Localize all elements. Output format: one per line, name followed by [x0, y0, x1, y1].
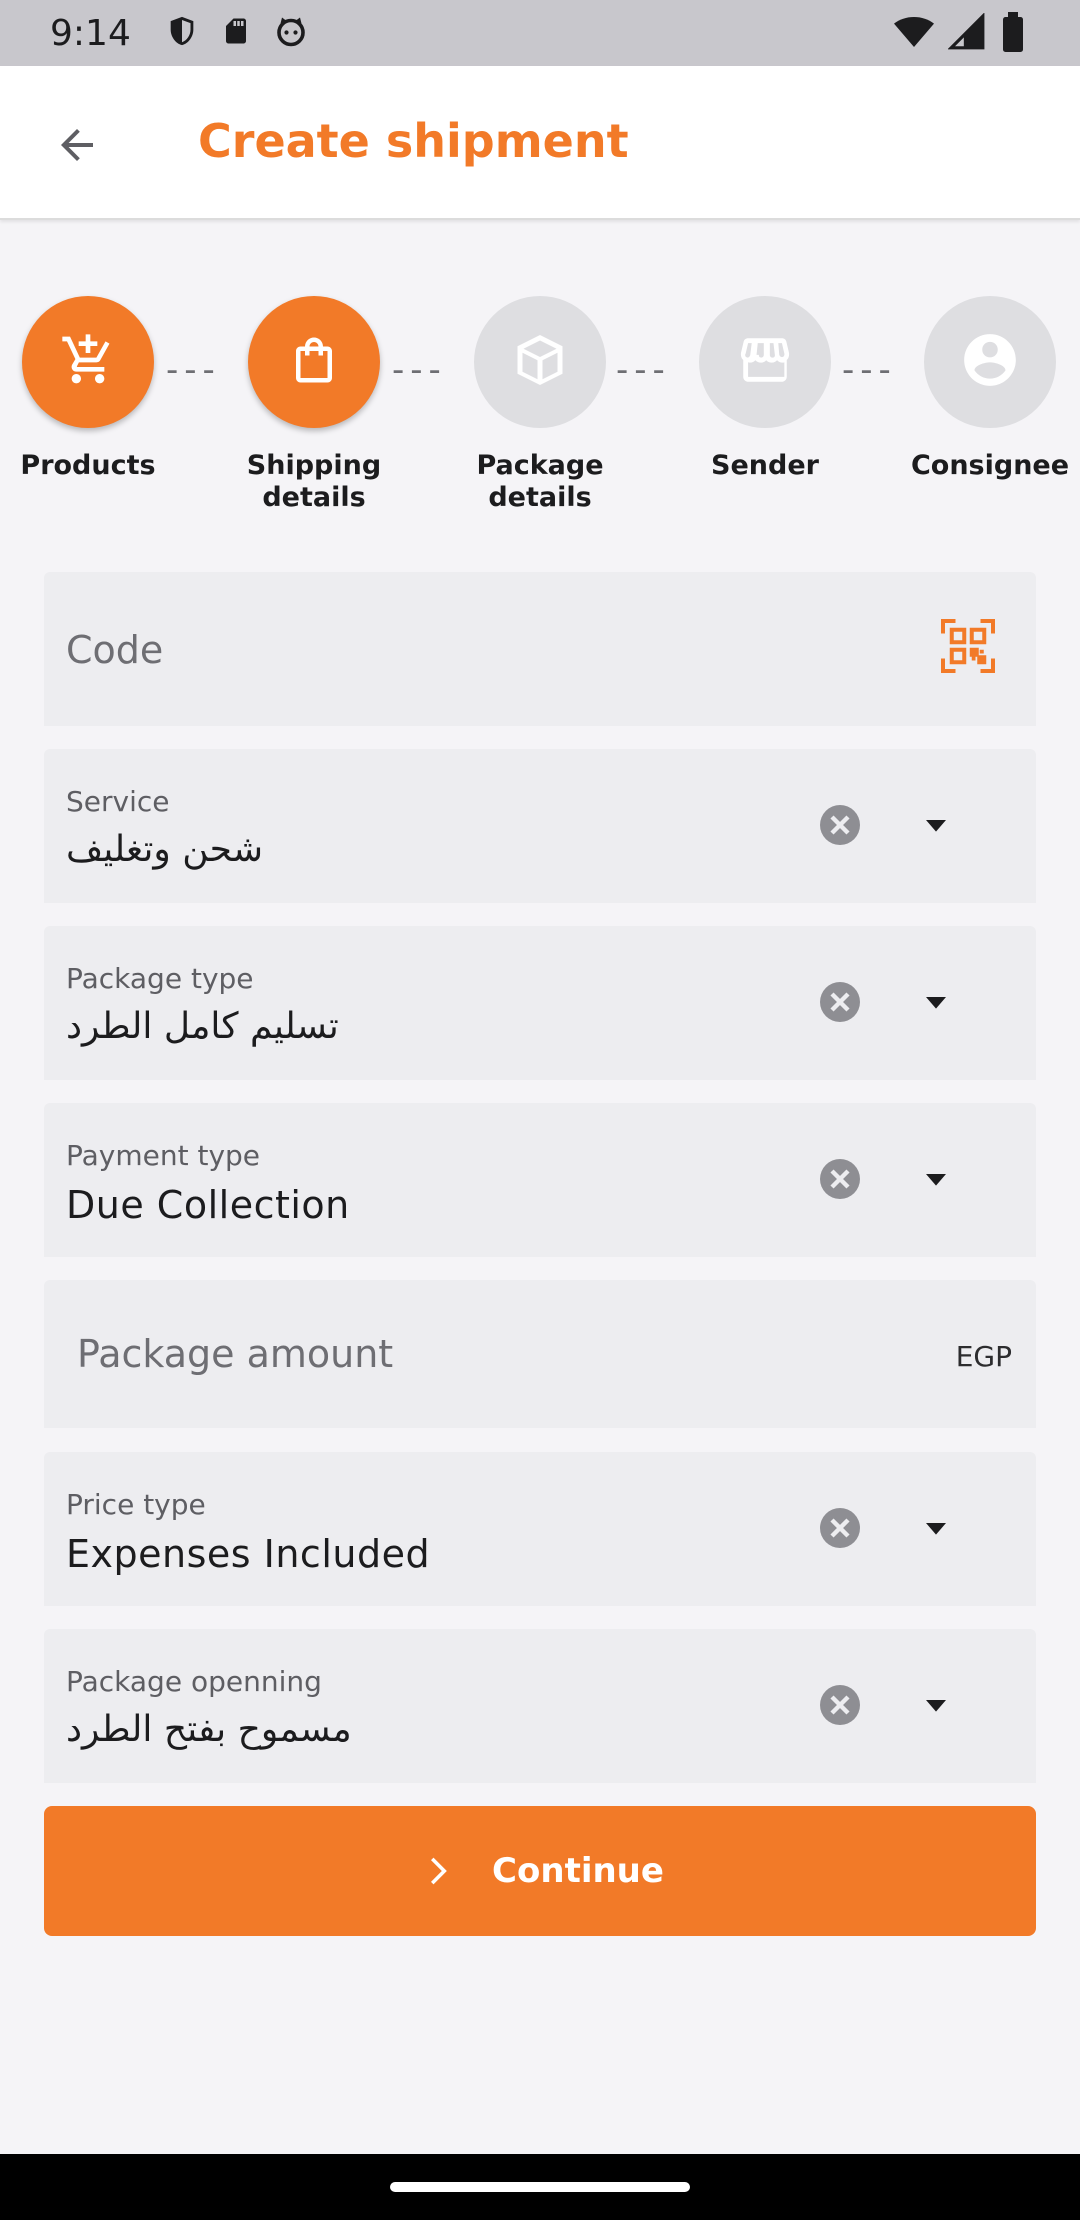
- service-dropdown-button[interactable]: [910, 801, 962, 853]
- package-type-dropdown-button[interactable]: [910, 978, 962, 1030]
- step-shipping-details[interactable]: Shipping details: [214, 296, 414, 514]
- price-type-select[interactable]: Price type Expenses Included: [44, 1452, 1036, 1606]
- clear-circle-icon: [816, 1504, 864, 1556]
- cart-plus-icon: [60, 332, 116, 392]
- step-separator: ---: [616, 350, 671, 390]
- step-products[interactable]: Products: [0, 296, 188, 482]
- payment-type-select[interactable]: Payment type Due Collection: [44, 1103, 1036, 1257]
- status-bar: 9:14: [0, 0, 1080, 66]
- package-opening-dropdown-button[interactable]: [910, 1681, 962, 1733]
- signal-icon: [947, 12, 986, 55]
- clear-circle-icon: [816, 801, 864, 853]
- step-sender-circle: [699, 296, 831, 428]
- step-label-package-details: Package details: [476, 450, 604, 513]
- status-time: 9:14: [50, 12, 131, 54]
- page-title: Create shipment: [198, 114, 629, 168]
- step-sender[interactable]: Sender: [665, 296, 865, 482]
- continue-button[interactable]: Continue: [44, 1806, 1036, 1936]
- caret-down-icon: [916, 1508, 956, 1552]
- package-opening-select[interactable]: Package openning مسموح بفتح الطرد: [44, 1629, 1036, 1783]
- caret-down-icon: [916, 1159, 956, 1203]
- price-type-value: Expenses Included: [66, 1532, 431, 1576]
- step-products-circle: [22, 296, 154, 428]
- package-type-value: تسليم كامل الطرد: [66, 1006, 339, 1047]
- wifi-icon: [894, 12, 934, 56]
- qr-scan-button[interactable]: [938, 616, 1002, 680]
- package-opening-label: Package openning: [66, 1665, 322, 1698]
- step-label-sender: Sender: [711, 450, 819, 481]
- storefront-icon: [736, 331, 794, 393]
- step-consignee[interactable]: Consignee: [890, 296, 1080, 482]
- currency-suffix: EGP: [955, 1340, 1012, 1373]
- package-type-clear-button[interactable]: [814, 978, 866, 1030]
- package-type-select[interactable]: Package type تسليم كامل الطرد: [44, 926, 1036, 1080]
- sd-card-icon: [221, 14, 251, 52]
- package-type-label: Package type: [66, 962, 254, 995]
- cat-icon: [273, 13, 309, 53]
- step-package-circle: [474, 296, 606, 428]
- price-type-clear-button[interactable]: [814, 1504, 866, 1556]
- shopping-bag-icon: [287, 333, 341, 391]
- payment-type-label: Payment type: [66, 1139, 261, 1172]
- account-circle-icon: [959, 329, 1021, 395]
- payment-type-value: Due Collection: [66, 1183, 350, 1227]
- service-clear-button[interactable]: [814, 801, 866, 853]
- clear-circle-icon: [816, 1681, 864, 1733]
- service-value: شحن وتغليف: [66, 829, 264, 870]
- shield-icon: [165, 14, 199, 52]
- caret-down-icon: [916, 982, 956, 1026]
- back-button[interactable]: [40, 110, 114, 184]
- price-type-dropdown-button[interactable]: [910, 1504, 962, 1556]
- step-label-consignee: Consignee: [910, 450, 1070, 481]
- chevron-right-icon: [416, 1851, 456, 1891]
- battery-icon: [1000, 12, 1026, 56]
- package-opening-value: مسموح بفتح الطرد: [66, 1709, 352, 1750]
- clear-circle-icon: [816, 978, 864, 1030]
- package-opening-clear-button[interactable]: [814, 1681, 866, 1733]
- home-indicator[interactable]: [390, 2182, 690, 2192]
- step-label-shipping-details: Shipping details: [246, 450, 382, 513]
- step-separator: ---: [392, 350, 447, 390]
- arrow-left-icon: [53, 121, 101, 173]
- step-package-details[interactable]: Package details: [440, 296, 640, 514]
- app-bar: Create shipment: [0, 66, 1080, 220]
- caret-down-icon: [916, 805, 956, 849]
- step-consignee-circle: [924, 296, 1056, 428]
- service-select[interactable]: Service شحن وتغليف: [44, 749, 1036, 903]
- service-label: Service: [66, 785, 170, 818]
- caret-down-icon: [916, 1685, 956, 1729]
- payment-type-dropdown-button[interactable]: [910, 1155, 962, 1207]
- qr-code-scan-icon: [938, 619, 998, 680]
- step-separator: ---: [166, 350, 221, 390]
- box-icon: [510, 330, 570, 394]
- payment-type-clear-button[interactable]: [814, 1155, 866, 1207]
- step-separator: ---: [842, 350, 897, 390]
- price-type-label: Price type: [66, 1488, 206, 1521]
- step-shipping-circle: [248, 296, 380, 428]
- package-amount-field[interactable]: Package amount EGP: [44, 1280, 1036, 1428]
- system-nav-bar: [0, 2154, 1080, 2220]
- package-amount-input[interactable]: Package amount: [77, 1332, 393, 1376]
- code-field[interactable]: Code: [44, 572, 1036, 726]
- progress-stepper: Products --- Shipping details --- Packag…: [0, 296, 1080, 526]
- continue-label: Continue: [492, 1851, 664, 1891]
- step-label-products: Products: [20, 450, 156, 481]
- code-input[interactable]: Code: [66, 628, 163, 672]
- clear-circle-icon: [816, 1155, 864, 1207]
